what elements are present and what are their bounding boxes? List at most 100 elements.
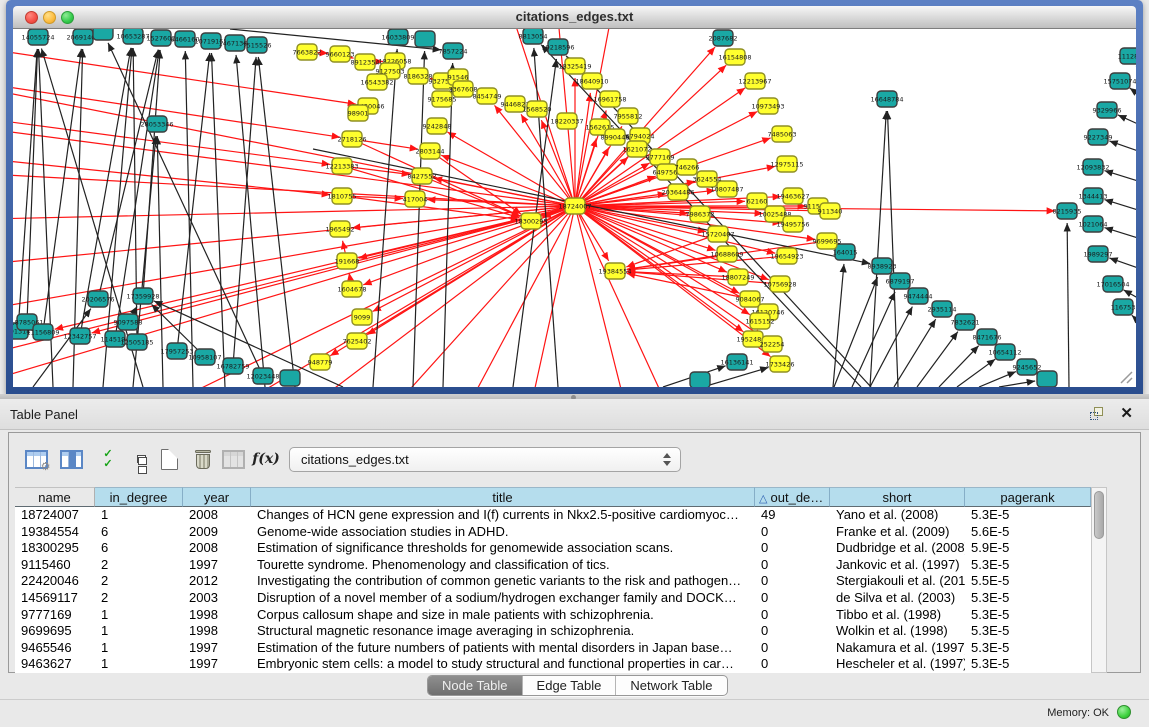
column-header-short[interactable]: short [830,487,965,507]
table-cell: Dudbridge et al. (2008) [830,540,965,557]
table-row[interactable]: 1872400712008Changes of HCN gene express… [15,507,1091,524]
network-node-label: 1810755 [328,193,357,201]
network-node-label: 1733426 [766,361,795,369]
table-cell: 2008 [183,507,251,524]
node-table: namein_degreeyeartitle△ out_de…shortpage… [15,487,1091,673]
delete-trash-icon[interactable] [188,444,218,474]
dropdown-stepper-icon [663,453,671,466]
column-header-year[interactable]: year [183,487,251,507]
table-scrollbar-thumb[interactable] [1094,491,1104,539]
network-node-label: 12505185 [120,339,153,347]
network-edge [13,159,330,195]
table-row[interactable]: 1830029562008Estimation of significance … [15,540,1091,557]
resize-grip-icon[interactable] [1121,372,1132,383]
network-edge [1123,290,1136,298]
network-edge [18,49,37,331]
table-cell: 0 [755,557,830,574]
network-node-label: 111287 [1118,53,1136,61]
network-node-label: 8471676 [973,334,1002,342]
network-node-label: 2087682 [709,35,738,43]
column-settings-icon[interactable] [56,444,86,474]
network-node-label: 1344413 [1079,193,1108,201]
network-node-label: 7986372 [686,211,715,219]
new-document-icon[interactable] [154,444,184,474]
column-header-out_de[interactable]: △ out_de… [755,487,830,507]
network-node-label: 16154808 [718,54,751,62]
column-header-in_degree[interactable]: in_degree [95,487,183,507]
float-panel-icon[interactable] [1090,407,1105,421]
network-edge [1130,88,1136,94]
table-row[interactable]: 911546021997Tourette syndrome. Phenomeno… [15,557,1091,574]
tab-network-table[interactable]: Network Table [616,676,726,695]
network-node[interactable] [1037,371,1057,387]
network-node-label: 12093832 [1076,164,1109,172]
row-height-icon[interactable] [126,444,156,474]
network-node-label: 2718126 [338,136,367,144]
table-row[interactable]: 969969511998Structural magnetic resonanc… [15,623,1091,640]
network-node-label: 116753 [1111,304,1136,312]
function-builder-icon[interactable]: f(x) [251,444,281,474]
table-cell: 18724007 [15,507,95,524]
table-cell: 1 [95,656,183,673]
network-node-label: 6794024 [626,133,655,141]
table-panel-titlebar: Table Panel ✕ [0,399,1149,430]
network-edge [443,63,453,387]
table-cell: 5.3E-5 [965,656,1091,673]
sort-ascending-icon: △ [759,493,771,505]
table-cell: 1997 [183,557,251,574]
network-window: citations_edges.txt 14055724206914061065… [6,0,1143,394]
network-canvas[interactable]: 1405572420691406106532871527602646616010… [13,29,1136,387]
table-row[interactable]: 946362711997Embryonic stem cells: a mode… [15,656,1091,673]
column-header-title[interactable]: title [251,487,755,507]
table-cell: 9463627 [15,656,95,673]
network-node-label: 16648784 [870,96,903,104]
network-edge [211,53,225,387]
select-rows-icon[interactable]: ✓✓ [93,444,123,474]
table-cell: 0 [755,524,830,541]
close-panel-icon[interactable]: ✕ [1120,404,1133,422]
table-cell: Genome-wide association studies in ADHD. [251,524,755,541]
network-node[interactable] [690,372,710,387]
network-node-label: 9777169 [646,154,675,162]
column-header-name[interactable]: name [15,487,95,507]
network-edge [575,93,590,206]
network-node-label: 9242848 [423,123,452,131]
network-edge [870,307,912,387]
network-node-label: 9099 [354,314,371,322]
table-row[interactable]: 2242004622012Investigating the contribut… [15,573,1091,590]
network-node-label: 17016504 [1096,281,1129,289]
network-node-label: 19495756 [776,221,809,229]
network-node[interactable] [415,31,435,47]
network-node[interactable] [93,29,113,40]
network-edge [1104,171,1136,181]
network-node-label: 2803144 [416,148,445,156]
network-edge [258,57,295,387]
tab-edge-table[interactable]: Edge Table [523,676,617,695]
table-selector-dropdown[interactable]: citations_edges.txt [289,447,681,472]
network-window-titlebar[interactable]: citations_edges.txt [13,6,1136,29]
table-row[interactable]: 946554611997Estimation of the future num… [15,640,1091,657]
table-row[interactable]: 1938455462009Genome-wide association stu… [15,524,1091,541]
column-header-pagerank[interactable]: pagerank [965,487,1091,507]
network-node-label: 1615152 [746,318,775,326]
network-node-label: 7857224 [439,48,468,56]
network-edge [236,55,265,387]
network-node-label: 252254 [760,341,785,349]
network-node-label: 28053346 [140,121,173,129]
table-settings-icon[interactable]: ⚙ [21,444,51,474]
table-cell: 6 [95,524,183,541]
table-row[interactable]: 977716911998Corpus callosum shape and si… [15,607,1091,624]
table-cell: 2 [95,590,183,607]
table-scrollbar[interactable] [1091,487,1107,673]
network-node-label: 20206576 [81,296,114,304]
table-toolbar: ⚙ ✓✓ f(x) citations_edges.txt [9,433,1140,485]
network-node-label: 8427552 [408,173,437,181]
status-divider [0,699,1149,700]
memory-status-icon[interactable] [1117,705,1131,719]
network-node-label: 19654923 [770,253,803,261]
tab-node-table[interactable]: Node Table [428,676,523,695]
network-node[interactable] [280,370,300,386]
network-node-label: 164015 [833,249,858,257]
network-edge [852,292,895,387]
table-row[interactable]: 1456911722003Disruption of a novel membe… [15,590,1091,607]
